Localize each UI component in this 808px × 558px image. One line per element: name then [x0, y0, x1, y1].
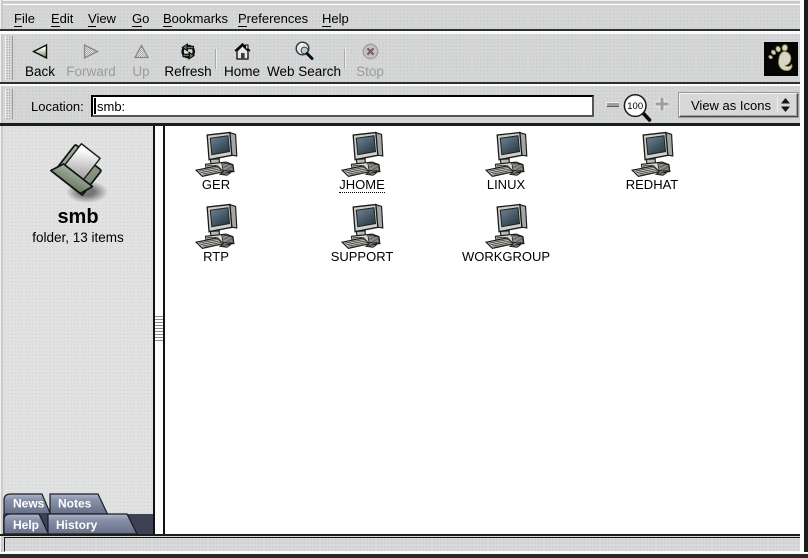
- svg-text:Notes: Notes: [58, 497, 92, 511]
- svg-text:100: 100: [627, 101, 643, 112]
- svg-text:History: History: [56, 518, 98, 532]
- svg-text:Help: Help: [13, 518, 39, 532]
- svg-text:News: News: [13, 497, 45, 511]
